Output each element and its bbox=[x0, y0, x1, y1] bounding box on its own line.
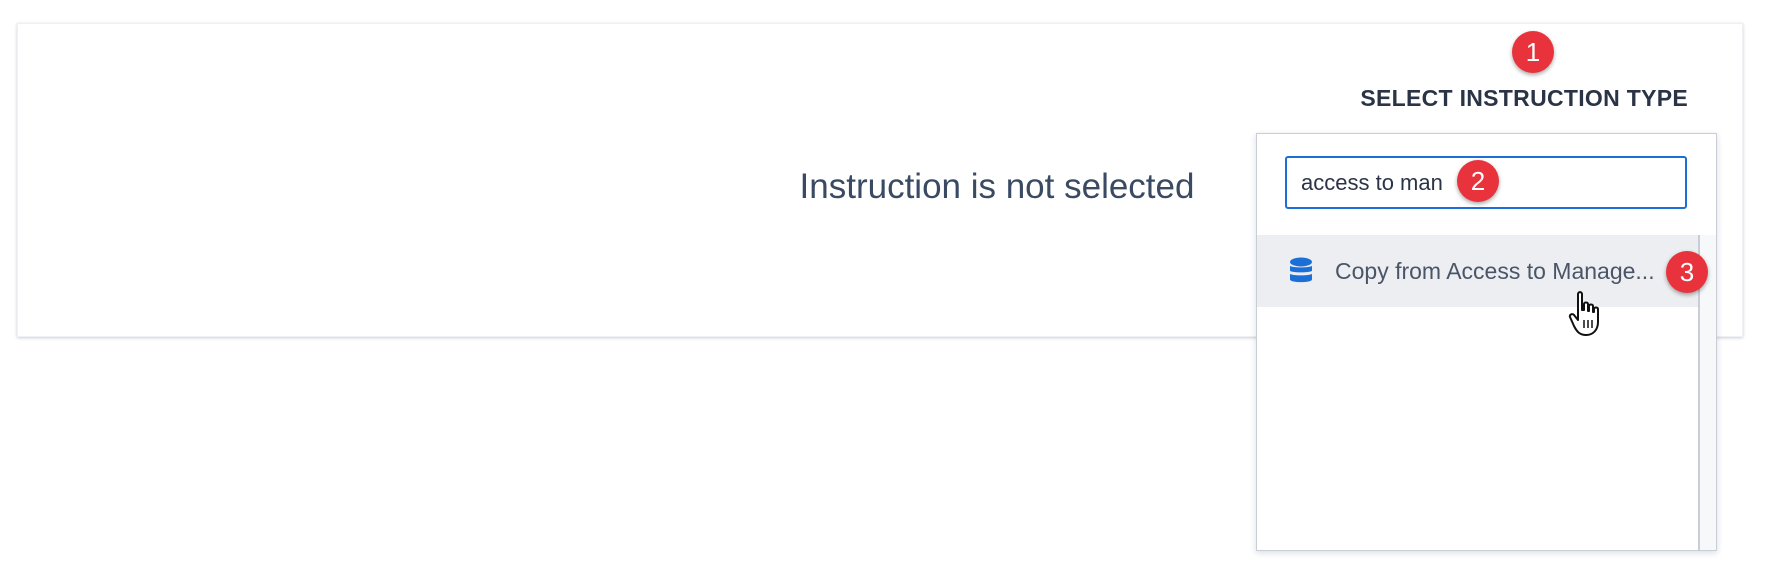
hand-pointer-icon bbox=[1568, 291, 1599, 336]
step-badge-2: 2 bbox=[1457, 160, 1499, 202]
result-item-copy-from-access[interactable]: Copy from Access to Manage... bbox=[1257, 235, 1698, 307]
step-badge-3: 3 bbox=[1666, 251, 1708, 293]
database-icon bbox=[1290, 257, 1312, 283]
result-item-label: Copy from Access to Manage... bbox=[1335, 257, 1655, 284]
empty-state-text: Instruction is not selected bbox=[799, 167, 1195, 206]
step-badge-1: 1 bbox=[1512, 31, 1554, 73]
results-list: Copy from Access to Manage... bbox=[1257, 235, 1698, 550]
select-instruction-type-title: SELECT INSTRUCTION TYPE bbox=[1360, 85, 1688, 111]
